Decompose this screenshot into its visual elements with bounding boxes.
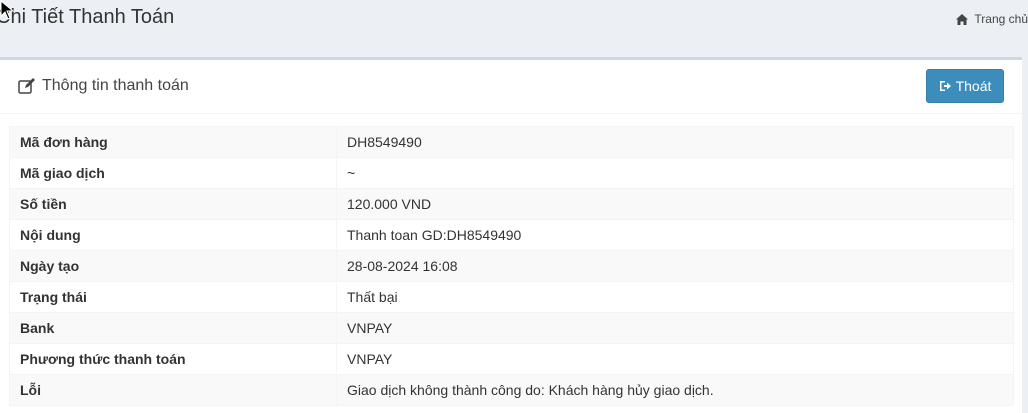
table-row: Bank VNPAY — [9, 312, 1014, 344]
home-icon — [956, 13, 969, 25]
breadcrumb: Trang chủ — [956, 12, 1028, 26]
sign-out-icon — [939, 81, 951, 91]
row-value: Thanh toan GD:DH8549490 — [336, 219, 1014, 251]
table-row: Trạng thái Thất bại — [9, 281, 1014, 313]
row-label: Mã giao dịch — [9, 157, 337, 189]
row-value: VNPAY — [336, 343, 1014, 375]
content-header: Chi Tiết Thanh Toán Trang chủ — [0, 0, 1028, 56]
row-value: DH8549490 — [336, 126, 1014, 158]
row-value: 28-08-2024 16:08 — [336, 250, 1014, 282]
exit-button[interactable]: Thoát — [926, 69, 1004, 103]
row-label: Bank — [9, 312, 337, 344]
table-row: Mã đơn hàng DH8549490 — [9, 126, 1014, 158]
table-row: Phương thức thanh toán VNPAY — [9, 343, 1014, 375]
mouse-pointer-icon — [0, 0, 15, 20]
table-row: Nội dung Thanh toan GD:DH8549490 — [9, 219, 1014, 251]
table-row: Lỗi Giao dịch không thành công do: Khách… — [9, 374, 1014, 406]
payment-info-box: Thông tin thanh toán Thoát Mã đơn hàng D… — [0, 57, 1022, 413]
row-value: Giao dịch không thành công do: Khách hàn… — [336, 374, 1014, 406]
box-header: Thông tin thanh toán Thoát — [0, 60, 1022, 114]
row-label: Ngày tạo — [9, 250, 337, 282]
row-label: Phương thức thanh toán — [9, 343, 337, 375]
exit-button-label: Thoát — [955, 78, 992, 94]
table-row: Mã giao dịch ~ — [9, 157, 1014, 189]
row-label: Trạng thái — [9, 281, 337, 313]
box-title: Thông tin thanh toán — [18, 77, 189, 95]
breadcrumb-home-link[interactable]: Trang chủ — [974, 12, 1028, 26]
row-label: Mã đơn hàng — [9, 126, 337, 158]
row-label: Nội dung — [9, 219, 337, 251]
row-value: 120.000 VND — [336, 188, 1014, 220]
page-title: Chi Tiết Thanh Toán — [0, 6, 175, 28]
row-value: Thất bại — [336, 281, 1014, 313]
row-value: VNPAY — [336, 312, 1014, 344]
row-value: ~ — [336, 157, 1014, 189]
edit-icon — [18, 78, 35, 94]
payment-detail-table: Mã đơn hàng DH8549490 Mã giao dịch ~ Số … — [9, 126, 1014, 406]
box-title-label: Thông tin thanh toán — [42, 77, 189, 94]
row-label: Lỗi — [9, 374, 337, 406]
table-row: Ngày tạo 28-08-2024 16:08 — [9, 250, 1014, 282]
table-row: Số tiền 120.000 VND — [9, 188, 1014, 220]
row-label: Số tiền — [9, 188, 337, 220]
